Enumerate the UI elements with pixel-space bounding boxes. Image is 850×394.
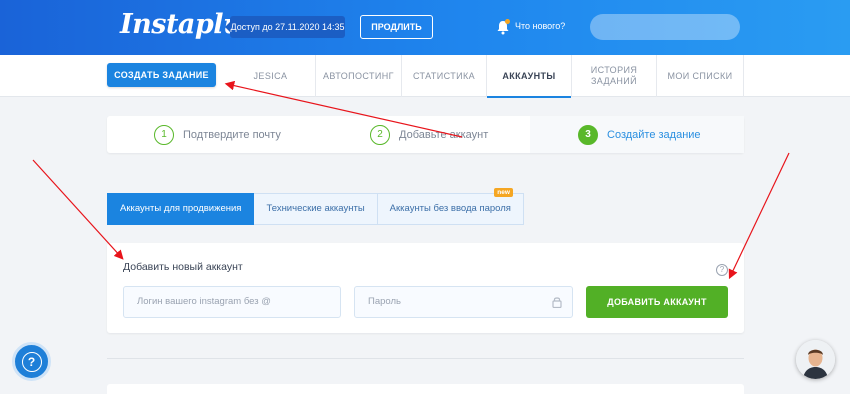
- access-until-badge: Доступ до 27.11.2020 14:35: [225, 16, 345, 38]
- step-label: Добавьте аккаунт: [399, 128, 489, 141]
- bell-icon[interactable]: [496, 19, 510, 35]
- tab-accounts[interactable]: АККАУНТЫ: [486, 55, 571, 98]
- help-chat-button[interactable]: ?: [12, 342, 51, 381]
- main-nav: СОЗДАТЬ ЗАДАНИЕ JESICA АВТОПОСТИНГ СТАТИ…: [0, 55, 850, 98]
- add-account-button[interactable]: ДОБАВИТЬ АККАУНТ: [586, 286, 728, 318]
- step-create-task: 3 Создайте задание: [578, 116, 701, 153]
- step-number: 3: [578, 124, 598, 145]
- password-input[interactable]: Пароль: [354, 286, 573, 318]
- login-input[interactable]: Логин вашего instagram без @: [123, 286, 341, 318]
- step-add-account: 2 Добавьте аккаунт: [370, 116, 488, 153]
- top-header: Instaplus Доступ до 27.11.2020 14:35 ПРО…: [0, 0, 850, 55]
- create-task-button[interactable]: СОЗДАТЬ ЗАДАНИЕ: [107, 63, 216, 87]
- add-account-card: Добавить новый аккаунт ? Логин вашего in…: [107, 243, 744, 333]
- password-placeholder: Пароль: [368, 296, 401, 307]
- tab-task-history-line1: ИСТОРИЯ: [590, 65, 638, 75]
- tab-my-lists[interactable]: МОИ СПИСКИ: [656, 55, 744, 97]
- section-divider: [107, 358, 744, 359]
- new-badge: new: [494, 188, 513, 197]
- subtab-passwordless-accounts[interactable]: Аккаунты без ввода пароля new: [377, 188, 524, 225]
- tab-autoposting[interactable]: АВТОПОСТИНГ: [315, 55, 401, 97]
- extend-button[interactable]: ПРОДЛИТЬ: [360, 15, 433, 39]
- step-number: 1: [154, 124, 174, 145]
- tab-statistics[interactable]: СТАТИСТИКА: [401, 55, 486, 97]
- user-menu[interactable]: [590, 14, 740, 40]
- step-number: 2: [370, 124, 390, 145]
- tab-jesica[interactable]: JESICA: [226, 55, 315, 97]
- add-account-title: Добавить новый аккаунт: [123, 261, 243, 273]
- onboarding-steps: 1 Подтвердите почту 2 Добавьте аккаунт 3…: [107, 116, 744, 153]
- tab-task-history-line2: ЗАДАНИЙ: [590, 76, 638, 86]
- subtab-technical-accounts[interactable]: Технические аккаунты: [254, 193, 378, 225]
- support-avatar[interactable]: [796, 340, 835, 379]
- account-type-tabs: Аккаунты для продвижения Технические акк…: [107, 188, 524, 225]
- whats-new-link[interactable]: Что нового?: [515, 21, 565, 31]
- step-confirm-email: 1 Подтвердите почту: [154, 116, 281, 153]
- question-icon: ?: [21, 351, 42, 372]
- help-icon[interactable]: ?: [716, 264, 728, 276]
- person-icon: [796, 340, 835, 379]
- subtab-label: Аккаунты без ввода пароля: [389, 203, 511, 214]
- tab-task-history[interactable]: ИСТОРИЯ ЗАДАНИЙ: [571, 55, 656, 97]
- subtab-promotion-accounts[interactable]: Аккаунты для продвижения: [107, 193, 255, 225]
- accounts-list-card: [107, 384, 744, 394]
- lock-icon: [552, 297, 562, 308]
- step-label: Подтвердите почту: [183, 128, 281, 141]
- step-label: Создайте задание: [607, 128, 701, 141]
